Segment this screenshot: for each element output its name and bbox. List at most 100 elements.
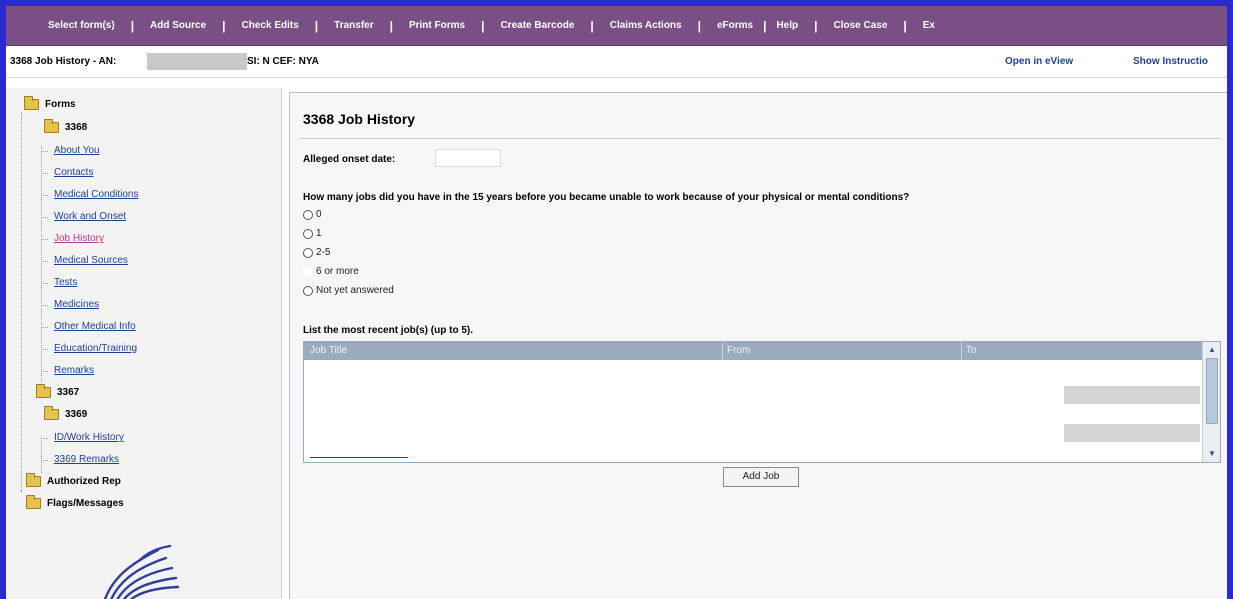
folder-closed-icon — [36, 384, 51, 398]
tree-node-label: Authorized Rep — [47, 476, 121, 487]
menu-separator: | — [814, 18, 818, 33]
radio-label: Not yet answered — [316, 285, 394, 296]
redacted-account-number — [147, 53, 247, 70]
case-info-bar: 3368 Job History - AN: SI: N CEF: NYA Op… — [6, 46, 1227, 78]
open-in-eview-link[interactable]: Open in eView — [1005, 56, 1073, 67]
radio-button[interactable] — [303, 285, 313, 296]
tree-link-medical-conditions[interactable]: Medical Conditions — [54, 189, 139, 200]
tree-link-job-history[interactable]: Job History — [54, 233, 104, 244]
top-menu-bar: Select form(s) | Add Source | Check Edit… — [6, 6, 1227, 46]
radio-label: 2-5 — [316, 247, 331, 258]
tree-link-education-training[interactable]: Education/Training — [54, 343, 137, 354]
tree-branch — [41, 261, 48, 262]
tree-node-label: 3369 — [65, 409, 88, 420]
menu-claims-actions[interactable]: Claims Actions — [606, 20, 686, 31]
tree-link-contacts[interactable]: Contacts — [54, 167, 93, 178]
tree-node-label: 3367 — [57, 387, 80, 398]
scroll-down-arrow-icon[interactable]: ▼ — [1206, 448, 1218, 460]
jobs-count-question: How many jobs did you have in the 15 yea… — [303, 192, 910, 203]
radio-button[interactable] — [303, 209, 313, 220]
tree-node-flags-messages[interactable]: Flags/Messages — [26, 495, 124, 509]
tree-node-3369[interactable]: 3369 — [44, 406, 88, 420]
menu-separator: | — [314, 18, 319, 33]
menu-separator: | — [130, 18, 135, 33]
menu-eforms[interactable]: eForms — [713, 20, 757, 31]
column-header-to[interactable]: To — [966, 345, 977, 356]
tree-branch — [41, 217, 48, 218]
column-header-from[interactable]: From — [727, 345, 750, 356]
column-divider — [961, 342, 962, 360]
menu-check-edits[interactable]: Check Edits — [238, 20, 303, 31]
scroll-up-arrow-icon[interactable]: ▲ — [1206, 344, 1218, 356]
tree-link-medical-sources[interactable]: Medical Sources — [54, 255, 128, 266]
tree-link-medicines[interactable]: Medicines — [54, 299, 99, 310]
menu-exit[interactable]: Ex — [919, 20, 939, 31]
tree-node-3368[interactable]: 3368 — [44, 119, 88, 133]
radio-button[interactable] — [303, 228, 313, 239]
menu-help[interactable]: Help — [772, 20, 802, 31]
tree-branch — [41, 438, 48, 439]
menu-separator: | — [903, 18, 907, 33]
radio-label: 1 — [316, 228, 322, 239]
tree-branch — [41, 371, 48, 372]
tree-node-3367[interactable]: 3367 — [36, 384, 80, 398]
grid-scrollbar[interactable]: ▲ ▼ — [1202, 342, 1220, 462]
tree-link-3369-remarks[interactable]: 3369 Remarks — [54, 454, 119, 465]
tree-node-label: Forms — [45, 99, 76, 110]
tree-link-remarks[interactable]: Remarks — [54, 365, 94, 376]
folder-closed-icon — [26, 495, 41, 509]
folder-closed-icon — [26, 473, 41, 487]
radio-label: 6 or more — [316, 266, 359, 277]
show-instructions-link[interactable]: Show Instructio — [1133, 56, 1208, 67]
column-header-job-title[interactable]: Job Title — [310, 345, 347, 356]
tree-guide — [41, 436, 42, 473]
tree-branch — [41, 327, 48, 328]
menu-select-forms[interactable]: Select form(s) — [44, 20, 119, 31]
radio-button[interactable] — [303, 266, 313, 277]
tree-branch — [41, 460, 48, 461]
radio-option-2-5[interactable]: 2-5 — [303, 247, 330, 258]
menu-transfer[interactable]: Transfer — [330, 20, 377, 31]
job-list-label: List the most recent job(s) (up to 5). — [303, 325, 474, 336]
tree-guide — [21, 112, 22, 492]
job-list-grid: Job Title From To ▲ ▼ — [303, 341, 1221, 463]
tree-link-work-and-onset[interactable]: Work and Onset — [54, 211, 126, 222]
tree-branch — [41, 173, 48, 174]
grid-row-link[interactable] — [310, 457, 408, 458]
menu-create-barcode[interactable]: Create Barcode — [496, 20, 578, 31]
tree-link-tests[interactable]: Tests — [54, 277, 77, 288]
tree-guide — [41, 145, 42, 382]
form-tree-panel: Forms 3368 About You Contacts Medical Co… — [6, 88, 282, 599]
tree-node-authorized-rep[interactable]: Authorized Rep — [26, 473, 121, 487]
column-divider — [722, 342, 723, 360]
page-title: 3368 Job History — [303, 111, 416, 127]
scroll-thumb[interactable] — [1206, 358, 1218, 424]
redacted-cell — [1064, 386, 1200, 404]
tree-link-about-you[interactable]: About You — [54, 145, 100, 156]
tree-node-forms[interactable]: Forms — [24, 96, 76, 110]
folder-open-icon — [44, 119, 59, 133]
tree-link-id-work-history[interactable]: ID/Work History — [54, 432, 124, 443]
menu-add-source[interactable]: Add Source — [146, 20, 210, 31]
grid-header: Job Title From To — [304, 342, 1202, 360]
menu-separator: | — [697, 18, 701, 33]
tree-branch — [41, 349, 48, 350]
add-job-button[interactable]: Add Job — [723, 467, 799, 487]
application-window: Select form(s) | Add Source | Check Edit… — [6, 6, 1227, 599]
tree-node-label: 3368 — [65, 122, 88, 133]
onset-date-input[interactable] — [435, 149, 501, 167]
onset-date-label: Alleged onset date: — [303, 154, 396, 165]
menu-close-case[interactable]: Close Case — [829, 20, 891, 31]
menu-separator: | — [763, 18, 767, 33]
case-status: SI: N CEF: NYA — [247, 56, 319, 67]
menu-print-forms[interactable]: Print Forms — [405, 20, 469, 31]
radio-button[interactable] — [303, 247, 313, 258]
radio-option-not-answered[interactable]: Not yet answered — [303, 285, 394, 296]
tree-branch — [41, 239, 48, 240]
tree-branch — [41, 151, 48, 152]
tree-node-label: Flags/Messages — [47, 498, 124, 509]
tree-link-other-medical-info[interactable]: Other Medical Info — [54, 321, 136, 332]
radio-option-1[interactable]: 1 — [303, 228, 322, 239]
radio-option-0[interactable]: 0 — [303, 209, 322, 220]
radio-option-6-or-more[interactable]: 6 or more — [303, 266, 359, 277]
